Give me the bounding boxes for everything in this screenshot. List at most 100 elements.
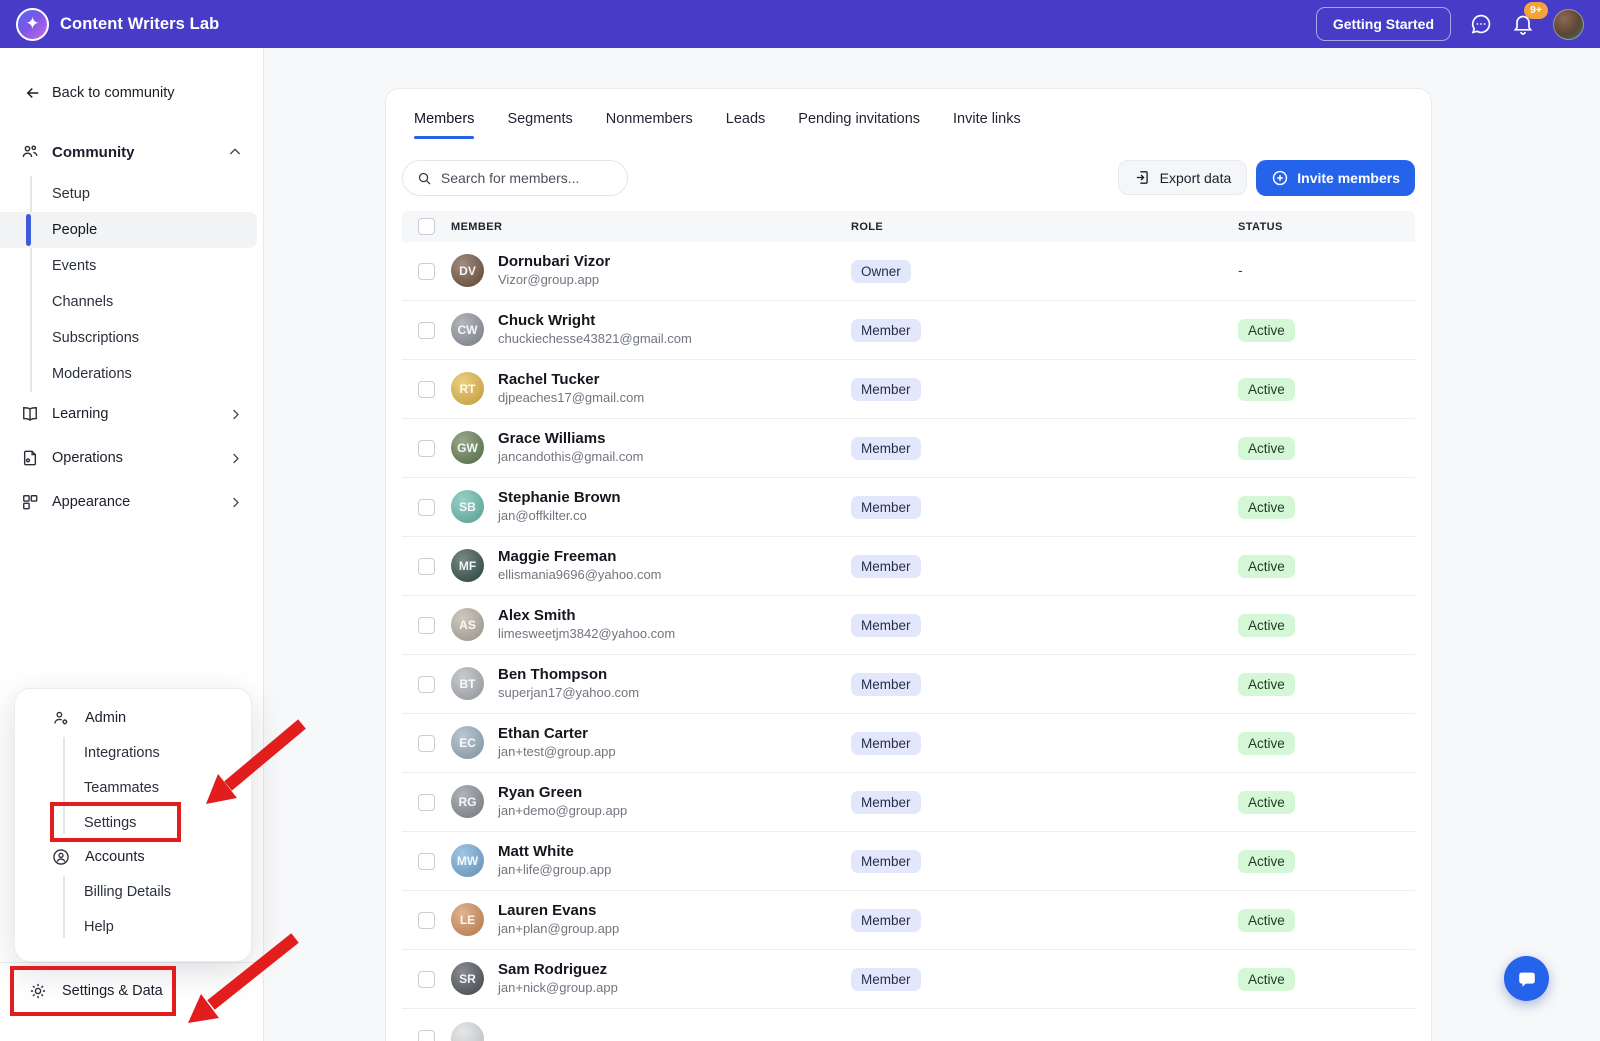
row-checkbox[interactable] <box>418 262 435 280</box>
role-badge: Member <box>851 672 921 696</box>
row-checkbox[interactable] <box>418 970 435 988</box>
sidebar-item-people[interactable]: People <box>0 212 257 248</box>
member-search[interactable] <box>402 160 628 196</box>
sidebar-item-subscriptions[interactable]: Subscriptions <box>0 320 257 356</box>
member-row: MW Matt White jan+life@group.app Member … <box>402 832 1415 891</box>
role-badge: Member <box>851 495 921 519</box>
member-name: Matt White <box>498 842 574 860</box>
member-row: RG Ryan Green jan+demo@group.app Member … <box>402 773 1415 832</box>
app-root: ✦ Content Writers Lab Getting Started 9+ <box>0 0 1600 1041</box>
row-checkbox[interactable] <box>418 852 435 870</box>
member-email: jan+test@group.app <box>498 744 616 760</box>
sidebar-item-events[interactable]: Events <box>0 248 257 284</box>
member-avatar: GW <box>451 431 484 465</box>
member-email: djpeaches17@gmail.com <box>498 390 645 406</box>
member-email: superjan17@yahoo.com <box>498 685 640 701</box>
member-row: SR Sam Rodriguez jan+nick@group.app Memb… <box>402 950 1415 1009</box>
member-email: limesweetjm3842@yahoo.com <box>498 626 676 642</box>
status-badge-active: Active <box>1238 318 1295 342</box>
topbar: ✦ Content Writers Lab Getting Started 9+ <box>0 0 1600 48</box>
row-checkbox[interactable] <box>418 498 435 516</box>
sidebar-section-appearance[interactable]: Appearance <box>0 480 263 524</box>
row-checkbox[interactable] <box>418 616 435 634</box>
community-logo-icon[interactable]: ✦ <box>16 7 49 41</box>
member-avatar: SB <box>451 490 484 524</box>
role-badge: Member <box>851 554 921 578</box>
member-row: DV Dornubari Vizor Vizor@group.app Owner… <box>402 242 1415 301</box>
tab-pending-invitations[interactable]: Pending invitations <box>798 111 920 139</box>
member-email: jan+plan@group.app <box>498 921 620 937</box>
column-header-member: MEMBER <box>451 220 503 233</box>
popup-group-accounts[interactable]: Accounts <box>15 840 251 874</box>
member-avatar: MF <box>451 549 484 583</box>
members-table-body: DV Dornubari Vizor Vizor@group.app Owner… <box>402 242 1415 1041</box>
layout-blocks-icon <box>23 495 38 510</box>
member-row <box>402 1009 1415 1041</box>
sidebar-section-learning[interactable]: Learning <box>0 392 263 436</box>
member-row: GW Grace Williams jancandothis@gmail.com… <box>402 419 1415 478</box>
tab-members[interactable]: Members <box>414 111 475 139</box>
chat-messages-icon[interactable] <box>1469 12 1493 36</box>
member-name: Ryan Green <box>498 783 583 801</box>
column-header-status: STATUS <box>1238 220 1283 233</box>
sidebar-item-channels[interactable]: Channels <box>0 284 257 320</box>
invite-members-button[interactable]: Invite members <box>1256 160 1415 196</box>
row-checkbox[interactable] <box>418 380 435 398</box>
row-checkbox[interactable] <box>418 439 435 457</box>
chevron-right-icon <box>228 495 243 510</box>
export-data-button[interactable]: Export data <box>1117 160 1248 195</box>
user-avatar[interactable] <box>1553 8 1584 40</box>
community-people-icon <box>22 145 38 158</box>
member-name: Lauren Evans <box>498 901 597 919</box>
members-toolbar: Export data Invite members <box>402 160 1415 196</box>
role-badge: Member <box>851 849 921 873</box>
user-gear-icon <box>54 711 68 725</box>
sidebar-community-items: Setup People Events Channels Subscriptions Mo… <box>0 176 263 392</box>
tab-invite-links[interactable]: Invite links <box>953 111 1021 139</box>
sidebar-item-moderations[interactable]: Moderations <box>0 356 257 392</box>
export-data-label: Export data <box>1159 169 1232 186</box>
status-badge-active: Active <box>1238 908 1295 932</box>
sidebar-item-setup[interactable]: Setup <box>0 176 257 212</box>
member-email: jan+life@group.app <box>498 862 612 878</box>
member-row: CW Chuck Wright chuckiechesse43821@gmail… <box>402 301 1415 360</box>
search-input[interactable] <box>440 170 613 186</box>
row-checkbox[interactable] <box>418 321 435 339</box>
row-checkbox[interactable] <box>418 734 435 752</box>
role-badge: Member <box>851 318 921 342</box>
sidebar-group-community-label: Community <box>52 143 135 161</box>
getting-started-button[interactable]: Getting Started <box>1315 7 1451 41</box>
row-checkbox[interactable] <box>418 557 435 575</box>
export-file-icon <box>1136 171 1148 184</box>
member-avatar: CW <box>451 313 484 347</box>
member-row: BT Ben Thompson superjan17@yahoo.com Mem… <box>402 655 1415 714</box>
chat-bubble-icon <box>1518 972 1535 987</box>
member-name: Stephanie Brown <box>498 488 621 506</box>
annotation-box-settings <box>50 802 181 842</box>
members-tabs: Members Segments Nonmembers Leads Pending in… <box>402 89 1415 139</box>
sidebar-group-community[interactable]: Community <box>0 132 263 172</box>
member-avatar: SR <box>451 962 484 996</box>
column-header-role: ROLE <box>851 220 884 233</box>
notifications-bell-icon[interactable]: 9+ <box>1511 2 1548 36</box>
tab-leads[interactable]: Leads <box>726 111 766 139</box>
popup-item-billing-details[interactable]: Billing Details <box>15 874 251 909</box>
support-chat-button[interactable] <box>1504 956 1549 1001</box>
search-icon <box>418 172 431 185</box>
select-all-checkbox[interactable] <box>418 218 435 235</box>
role-badge: Member <box>851 377 921 401</box>
row-checkbox[interactable] <box>418 793 435 811</box>
tab-nonmembers[interactable]: Nonmembers <box>606 111 693 139</box>
sidebar-section-operations[interactable]: Operations <box>0 436 263 480</box>
tab-segments[interactable]: Segments <box>507 111 572 139</box>
role-badge: Member <box>851 613 921 637</box>
row-checkbox[interactable] <box>418 911 435 929</box>
role-badge: Member <box>851 731 921 755</box>
person-circle-icon <box>53 849 69 865</box>
row-checkbox[interactable] <box>418 1030 435 1041</box>
member-email: chuckiechesse43821@gmail.com <box>498 331 692 347</box>
row-checkbox[interactable] <box>418 675 435 693</box>
member-email: jancandothis@gmail.com <box>498 449 644 465</box>
role-badge: Member <box>851 436 921 460</box>
back-to-community-link[interactable]: Back to community <box>0 48 263 102</box>
